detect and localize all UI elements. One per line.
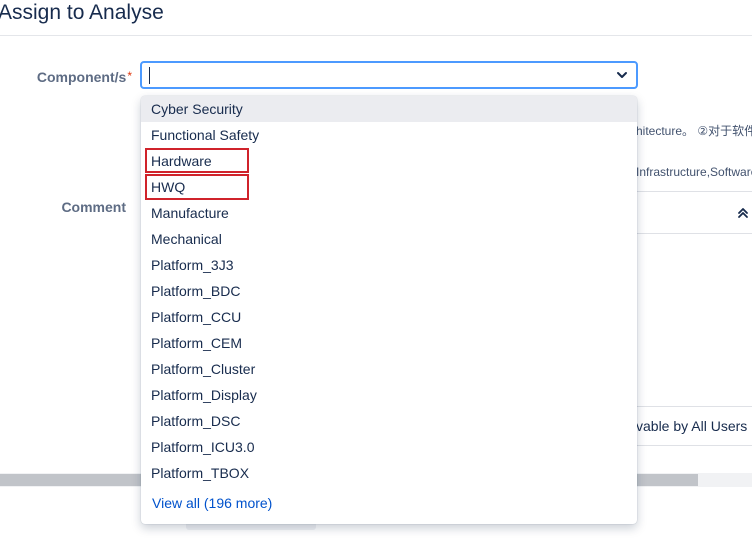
dropdown-item-mechanical[interactable]: Mechanical xyxy=(141,226,637,252)
dropdown-item-manufacture[interactable]: Manufacture xyxy=(141,200,637,226)
dropdown-item-functional-safety[interactable]: Functional Safety xyxy=(141,122,637,148)
comment-editor-toolbar-border xyxy=(636,233,752,234)
dropdown-item-platform-ccu[interactable]: Platform_CCU xyxy=(141,304,637,330)
dropdown-item-platform-cem[interactable]: Platform_CEM xyxy=(141,330,637,356)
dropdown-item-platform-cluster[interactable]: Platform_Cluster xyxy=(141,356,637,382)
description-divider xyxy=(636,191,752,192)
chevron-down-icon[interactable] xyxy=(615,68,629,82)
component-select[interactable] xyxy=(140,61,638,89)
dropdown-item-platform-bdc[interactable]: Platform_BDC xyxy=(141,278,637,304)
text-cursor xyxy=(149,67,150,84)
dropdown-item-cyber-security[interactable]: Cyber Security xyxy=(141,96,637,122)
double-chevron-up-icon[interactable] xyxy=(736,206,750,220)
comment-label: Comment xyxy=(61,199,126,215)
dropdown-item-platform-3j3[interactable]: Platform_3J3 xyxy=(141,252,637,278)
dialog-title: Assign to Analyse xyxy=(0,1,164,24)
component-description-line-2: Infrastructure,Software xyxy=(636,165,752,179)
visibility-divider-bottom xyxy=(636,445,752,446)
dropdown-item-platform-dsc[interactable]: Platform_DSC xyxy=(141,408,637,434)
highlight-box-hardware xyxy=(145,148,249,173)
component-label: Component/s* xyxy=(37,69,132,85)
component-label-text: Component/s xyxy=(36,69,127,85)
visibility-divider-top xyxy=(636,406,752,407)
highlight-box-hwq xyxy=(145,174,249,200)
header-divider xyxy=(0,35,752,36)
visibility-selector[interactable]: vable by All Users xyxy=(636,418,747,434)
component-description-line-1: hitecture。 ②对于软件 xyxy=(636,124,752,138)
view-all-link[interactable]: View all (196 more) xyxy=(152,495,272,511)
dropdown-item-platform-icu3[interactable]: Platform_ICU3.0 xyxy=(141,434,637,460)
dropdown-item-platform-tbox[interactable]: Platform_TBOX xyxy=(141,460,637,486)
required-marker: * xyxy=(127,69,132,83)
dropdown-item-platform-display[interactable]: Platform_Display xyxy=(141,382,637,408)
